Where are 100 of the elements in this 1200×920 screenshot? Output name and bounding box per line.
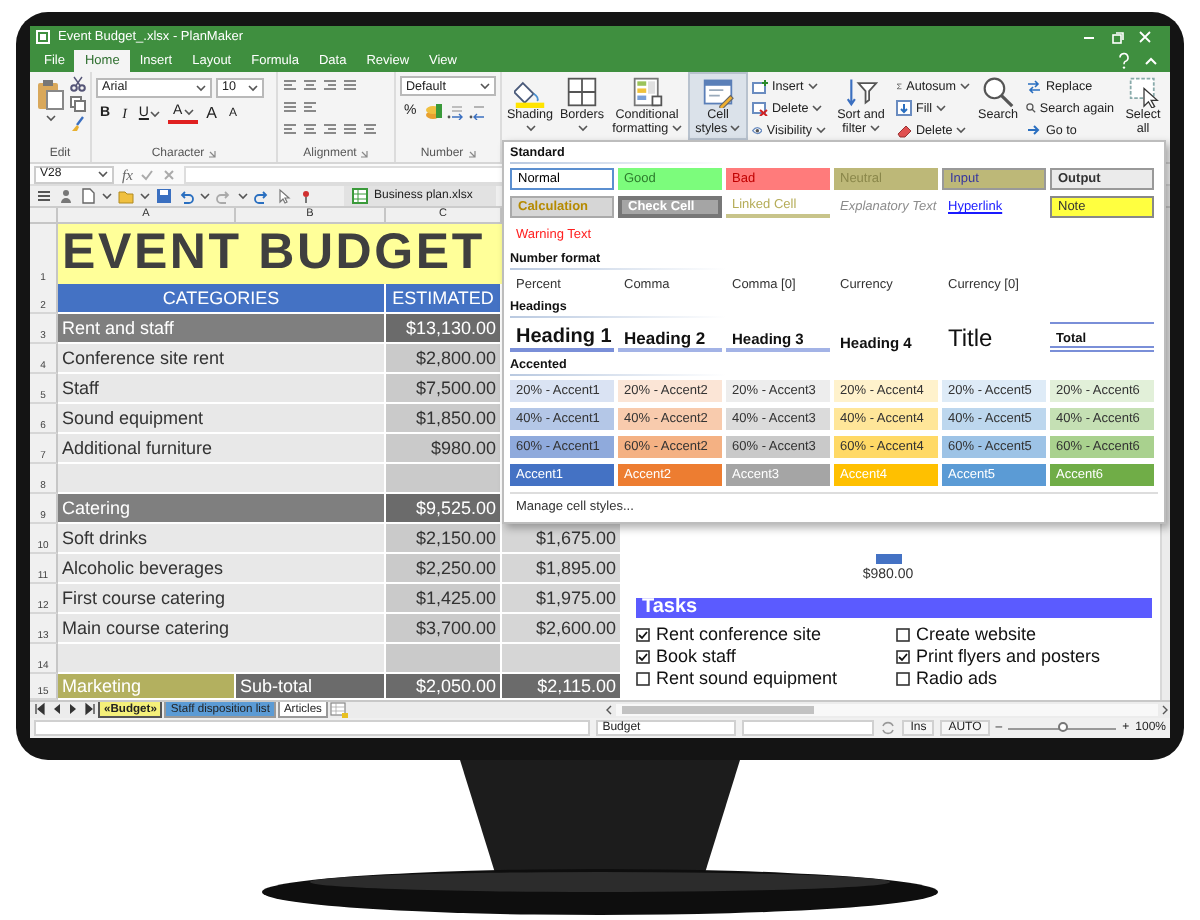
table-cell: Conference site rent (58, 344, 386, 374)
redo-icon[interactable] (216, 188, 232, 204)
menu-icon[interactable] (36, 188, 52, 204)
table-cell: Additional furniture (58, 434, 386, 464)
brush-icon[interactable] (70, 116, 86, 132)
pin-icon[interactable] (298, 188, 314, 204)
person-icon[interactable] (58, 188, 74, 204)
table-cell: $3,700.00 (386, 614, 502, 644)
table-cell: $1,425.00 (386, 584, 502, 614)
check-icon[interactable] (140, 167, 155, 181)
align-icon[interactable] (322, 122, 338, 136)
cancel-icon[interactable] (162, 167, 177, 181)
checkbox[interactable] (636, 627, 650, 641)
table-cell: Catering (58, 494, 386, 524)
launcher-icon[interactable] (208, 150, 217, 158)
table-cell: ESTIMATED (386, 284, 502, 314)
task-label: Rent sound equipment (656, 668, 838, 688)
table-cell: CATEGORIES (58, 284, 386, 314)
launcher-icon[interactable] (360, 150, 369, 158)
swap-arrow-icon (1026, 78, 1042, 94)
table-cell: $9,525.00 (386, 494, 502, 524)
caret-icon (184, 107, 195, 115)
table-cell: $1,850.00 (386, 404, 502, 434)
decimal-decrease-icon[interactable] (468, 103, 487, 119)
align-icon[interactable] (362, 122, 378, 136)
horizontal-scrollbar[interactable] (604, 702, 1170, 716)
app-icon (36, 30, 50, 44)
table-cell: $980.00 (386, 434, 502, 464)
table-cell: $2,600.00 (502, 614, 622, 644)
caret-icon (150, 109, 161, 117)
first-sheet-icon[interactable] (34, 702, 48, 716)
eye-icon (752, 122, 763, 138)
save-icon[interactable] (156, 188, 172, 204)
scroll-right-icon[interactable] (1160, 703, 1170, 715)
sync-icon[interactable] (880, 720, 897, 736)
table-cross-icon (752, 100, 768, 116)
align-icon[interactable] (282, 122, 298, 136)
cell-style[interactable]: Title (942, 322, 1046, 352)
redo-icon[interactable] (254, 188, 270, 204)
caret-icon (196, 83, 206, 91)
table-cell: $1,975.00 (502, 584, 622, 614)
restore-icon[interactable] (1110, 30, 1124, 44)
table-cell: Soft drinks (58, 524, 386, 554)
checkbox[interactable] (896, 627, 910, 641)
task-label: Print flyers and posters (916, 646, 1101, 666)
undo-icon[interactable] (178, 188, 194, 204)
collapse-icon[interactable] (1144, 55, 1158, 65)
copy-icon[interactable] (70, 96, 86, 112)
chart-bar (875, 554, 901, 564)
help-icon[interactable] (1118, 51, 1130, 69)
table-cell (386, 644, 502, 674)
align-icon[interactable] (302, 122, 318, 136)
scrollbar-thumb[interactable] (622, 705, 814, 713)
align-icon[interactable] (302, 100, 318, 114)
decimal-increase-icon[interactable] (446, 103, 465, 119)
add-sheet-icon[interactable] (329, 702, 348, 718)
checkbox[interactable] (896, 649, 910, 663)
caret-icon (45, 114, 55, 122)
table-cell: Rent and staff (58, 314, 386, 344)
checkbox[interactable] (896, 671, 910, 685)
table-cell: First course catering (58, 584, 386, 614)
caret-icon (200, 192, 210, 200)
task-label: Create website (916, 624, 1037, 644)
table-cell: Staff (58, 374, 386, 404)
align-icon[interactable] (282, 78, 298, 92)
scroll-left-icon[interactable] (604, 703, 614, 715)
table-cell: $7,500.00 (386, 374, 502, 404)
close-icon[interactable] (1138, 30, 1152, 44)
grow-font-button[interactable]: A (202, 103, 221, 123)
table-cell: Alcoholic beverages (58, 554, 386, 584)
table-cell: $1,675.00 (502, 524, 622, 554)
align-icon[interactable] (322, 78, 338, 92)
caret-icon (140, 192, 150, 200)
task-label: Book staff (656, 646, 736, 666)
checkbox[interactable] (636, 649, 650, 663)
table-cell: Main course catering (58, 614, 386, 644)
table-cell: Sound equipment (58, 404, 386, 434)
scissors-icon[interactable] (70, 76, 86, 92)
cell-style[interactable]: Heading 1 (510, 322, 614, 352)
align-icon[interactable] (342, 122, 358, 136)
align-icon[interactable] (282, 100, 298, 114)
cell-style[interactable]: Heading 2 (618, 322, 722, 352)
caret-icon (98, 170, 108, 178)
table-plus-icon (752, 78, 768, 94)
align-icon[interactable] (342, 78, 358, 92)
table-cell: $13,130.00 (386, 314, 502, 344)
task-label: Radio ads (916, 668, 998, 688)
launcher-icon[interactable] (467, 150, 476, 158)
fill-down-icon (896, 100, 912, 116)
pointer-icon[interactable] (276, 188, 292, 204)
tasks-header: Tasks (636, 598, 1152, 618)
table-cell: $2,150.00 (386, 524, 502, 554)
checkbox[interactable] (636, 671, 650, 685)
align-icon[interactable] (302, 78, 318, 92)
search-icon (1026, 100, 1036, 116)
last-sheet-icon[interactable] (82, 702, 96, 716)
slider-thumb[interactable] (1057, 722, 1068, 732)
table-cell: Marketing (58, 674, 236, 700)
coins-icon[interactable] (424, 102, 443, 120)
table-pen-icon (702, 76, 734, 108)
